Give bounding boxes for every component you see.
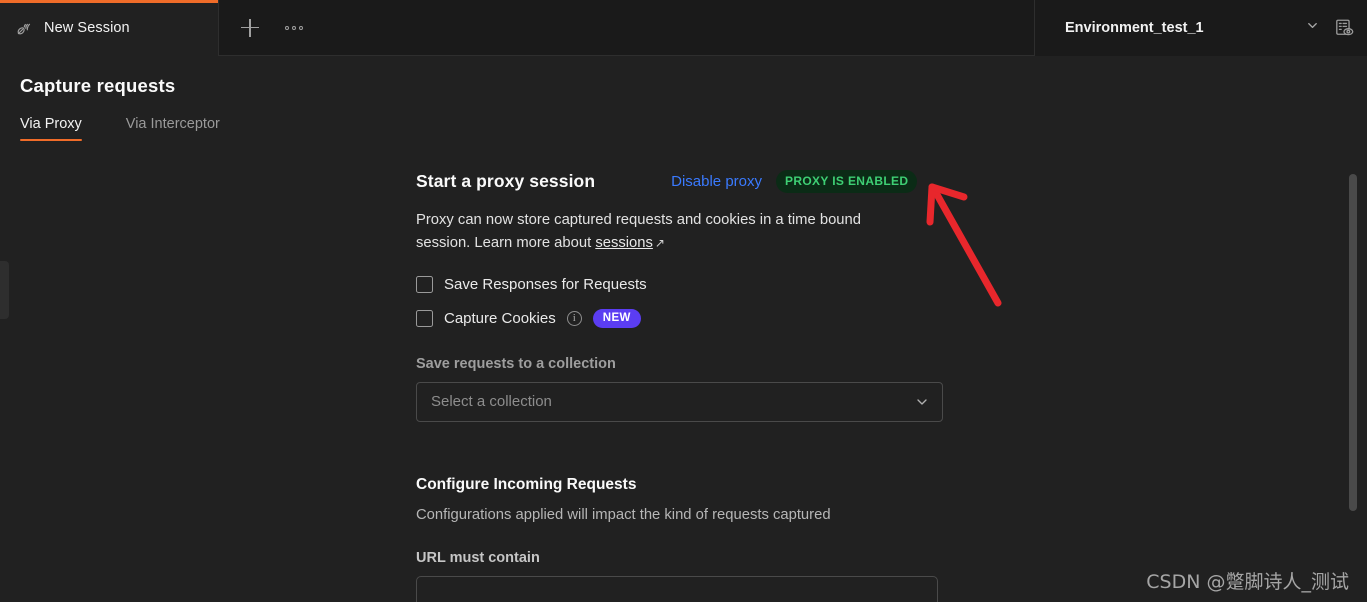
session-tab-label: New Session	[44, 20, 130, 36]
session-tab-new-session[interactable]: New Session	[0, 0, 219, 56]
checkbox-row-save-responses: Save Responses for Requests	[416, 275, 956, 293]
top-tab-bar: New Session Environment_test_1	[0, 0, 1367, 56]
app-window: New Session Environment_test_1 Capture r…	[0, 0, 1367, 602]
capture-mode-tabs: Via Proxy Via Interceptor	[20, 116, 220, 141]
collection-select[interactable]: Select a collection	[416, 381, 943, 422]
proxy-description: Proxy can now store captured requests an…	[416, 209, 906, 255]
proxy-session-header: Start a proxy session Disable proxy PROX…	[416, 170, 956, 193]
vertical-scrollbar-track[interactable]	[1349, 152, 1357, 602]
environment-quick-look-icon[interactable]	[1334, 18, 1355, 39]
plus-icon	[241, 18, 259, 37]
info-icon[interactable]: i	[566, 310, 582, 326]
vertical-scrollbar-thumb[interactable]	[1349, 174, 1357, 511]
tab-via-proxy[interactable]: Via Proxy	[20, 116, 82, 141]
save-responses-checkbox[interactable]	[416, 275, 433, 293]
save-responses-label: Save Responses for Requests	[444, 275, 647, 293]
external-link-icon: ↗	[654, 235, 665, 250]
chevron-down-icon[interactable]	[1305, 18, 1320, 38]
checkbox-row-capture-cookies: Capture Cookies i NEW	[416, 308, 956, 328]
url-must-contain-label: URL must contain	[416, 549, 540, 566]
chevron-down-icon	[914, 394, 930, 410]
collection-field-label: Save requests to a collection	[416, 355, 616, 372]
capture-settings-content: Start a proxy session Disable proxy PROX…	[416, 152, 956, 602]
left-rail	[0, 56, 9, 602]
page-title: Capture requests	[20, 75, 176, 96]
capture-settings-panel: Start a proxy session Disable proxy PROX…	[9, 152, 1367, 602]
ellipsis-icon	[285, 25, 303, 30]
collection-select-placeholder: Select a collection	[431, 393, 552, 411]
tab-bar-actions	[219, 0, 311, 55]
proxy-status-badge: PROXY IS ENABLED	[776, 170, 918, 193]
environment-selector[interactable]: Environment_test_1	[1034, 0, 1367, 56]
watermark: CSDN @蹩脚诗人_测试	[1146, 571, 1349, 593]
proxy-section-title: Start a proxy session	[416, 171, 596, 191]
tab-via-interceptor[interactable]: Via Interceptor	[126, 116, 220, 141]
environment-name: Environment_test_1	[1065, 20, 1204, 36]
configure-section-description: Configurations applied will impact the k…	[416, 506, 831, 523]
sessions-link[interactable]: sessions	[595, 235, 653, 251]
satellite-dish-icon	[14, 18, 34, 38]
new-tab-button[interactable]	[233, 11, 267, 45]
configure-section-title: Configure Incoming Requests	[416, 475, 637, 493]
disable-proxy-link[interactable]: Disable proxy	[671, 173, 762, 190]
url-must-contain-input[interactable]	[416, 575, 938, 602]
capture-cookies-label: Capture Cookies	[444, 309, 556, 327]
capture-cookies-checkbox[interactable]	[416, 309, 433, 327]
more-actions-button[interactable]	[277, 11, 311, 45]
new-badge: NEW	[592, 308, 641, 328]
sidebar-resize-handle[interactable]	[0, 261, 9, 319]
